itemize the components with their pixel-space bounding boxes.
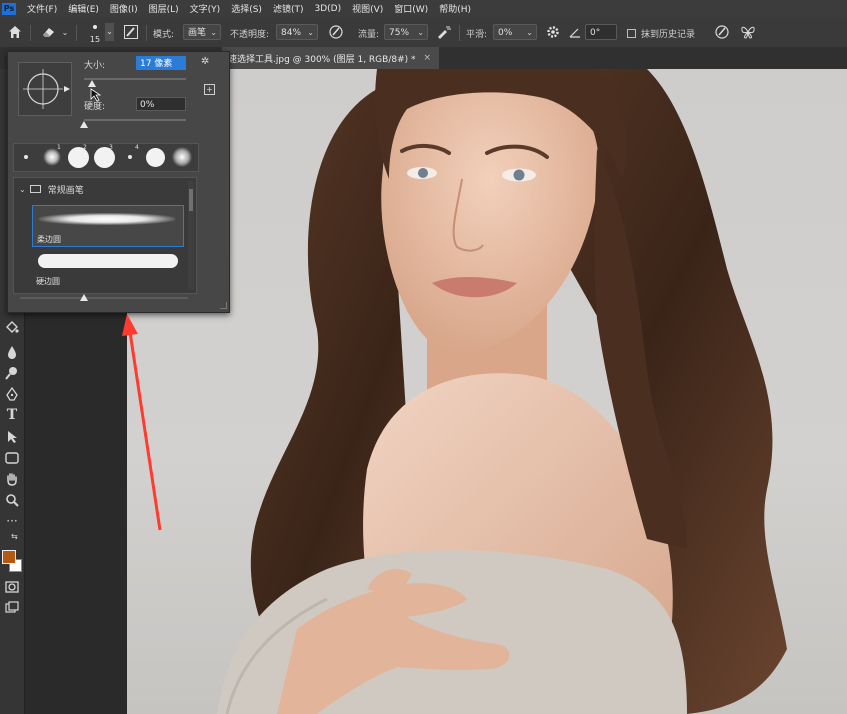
preset-brush-6[interactable] — [143, 146, 167, 168]
foreground-color-swatch[interactable] — [2, 550, 16, 564]
portrait-photo — [217, 69, 787, 714]
airbrush-icon[interactable] — [434, 23, 454, 41]
annotation-arrow — [122, 314, 162, 531]
brush-preset-panel: 大小: 17 像素 ✲ 硬度: 0% + 1 2 3 4 ⌄ 常规画笔 柔边圆 … — [7, 51, 230, 313]
hardness-label: 硬度: — [84, 102, 106, 112]
menu-file[interactable]: 文件(F) — [27, 2, 57, 15]
menu-help[interactable]: 帮助(H) — [439, 2, 471, 15]
brush-item-soft-round[interactable]: 柔边圆 — [32, 205, 184, 247]
brush-list: ⌄ 常规画笔 柔边圆 硬边圆 — [13, 177, 197, 294]
pen-icon[interactable] — [4, 386, 20, 402]
brush-settings-icon[interactable] — [122, 23, 140, 41]
dodge-icon[interactable] — [4, 365, 20, 381]
opacity-label: 不透明度: — [230, 30, 270, 40]
menu-3d[interactable]: 3D(D) — [314, 4, 341, 14]
brush-item-label: 硬边圆 — [36, 277, 60, 286]
flow-input[interactable]: 75% ⌄ — [384, 24, 428, 40]
document-tab[interactable]: 速选择工具.jpg @ 300% (图层 1, RGB/8#) * × — [222, 47, 440, 69]
menu-filter[interactable]: 滤镜(T) — [273, 2, 304, 15]
photoshop-logo: Ps — [2, 2, 16, 15]
smoothing-input[interactable]: 0% ⌄ — [493, 24, 537, 40]
preset-brush-7[interactable] — [170, 146, 194, 168]
opacity-input[interactable]: 84% ⌄ — [276, 24, 318, 40]
brush-list-scrollbar[interactable] — [188, 181, 194, 290]
menu-image[interactable]: 图像(I) — [110, 2, 138, 15]
flow-value: 75% — [389, 28, 410, 38]
menu-layer[interactable]: 图层(L) — [149, 2, 179, 15]
size-label: 大小: — [84, 61, 106, 71]
mode-select[interactable]: 画笔 ⌄ — [183, 24, 221, 40]
quick-mask-icon[interactable] — [4, 579, 20, 595]
size-slider-track[interactable] — [84, 78, 186, 80]
zoom-icon[interactable] — [4, 492, 20, 508]
blur-icon[interactable] — [4, 344, 20, 360]
brush-preset-picker[interactable]: 15 — [84, 21, 106, 45]
gear-icon[interactable]: ✲ — [201, 56, 209, 67]
new-preset-icon[interactable]: + — [204, 84, 215, 95]
home-icon[interactable] — [6, 23, 24, 41]
document-canvas[interactable] — [127, 69, 847, 714]
hand-icon[interactable] — [4, 471, 20, 487]
options-bar: ⌄ 15 ⌄ 模式: 画笔 ⌄ 不透明度: 84% ⌄ 流量: 75% ⌄ 平滑: 0… — [0, 17, 847, 48]
menu-select[interactable]: 选择(S) — [231, 2, 262, 15]
preview-size-slider-thumb[interactable] — [80, 294, 88, 301]
chevron-down-icon[interactable]: ⌄ — [60, 23, 70, 41]
flow-label: 流量: — [358, 30, 380, 40]
resize-grip[interactable] — [220, 302, 227, 309]
pressure-size-icon[interactable] — [712, 23, 732, 41]
brush-preset-dropdown[interactable]: ⌄ — [105, 23, 114, 41]
soft-round-stroke-preview — [39, 213, 175, 225]
mode-value: 画笔 — [188, 28, 207, 38]
smoothing-label: 平滑: — [466, 30, 488, 40]
brush-size-value: 15 — [89, 35, 101, 44]
pressure-opacity-icon[interactable] — [326, 23, 346, 41]
angle-icon — [567, 23, 583, 41]
brush-item-label: 柔边圆 — [37, 235, 61, 244]
preview-size-slider-track[interactable] — [20, 297, 188, 299]
rectangle-icon[interactable] — [4, 450, 20, 466]
preset-brush-5[interactable]: 4 — [118, 144, 142, 168]
type-tool-icon[interactable]: T — [4, 407, 20, 423]
brush-folder-row[interactable]: ⌄ 常规画笔 — [14, 181, 196, 197]
menu-window[interactable]: 窗口(W) — [394, 2, 428, 15]
butterfly-icon[interactable] — [738, 23, 758, 41]
hardness-slider-track[interactable] — [84, 119, 186, 121]
preset-brush-3[interactable]: 2 — [66, 144, 90, 168]
angle-value: 0° — [590, 28, 601, 38]
swap-colors-icon[interactable]: ⇆ — [11, 532, 18, 541]
folder-icon — [29, 185, 41, 193]
path-selection-icon[interactable] — [4, 429, 20, 445]
document-tab-title: 速选择工具.jpg @ 300% (图层 1, RGB/8#) * — [228, 54, 416, 65]
preset-brush-1[interactable] — [14, 146, 38, 168]
smoothing-value: 0% — [498, 28, 513, 38]
chevron-down-icon[interactable]: ⌄ — [19, 185, 26, 194]
menu-edit[interactable]: 编辑(E) — [68, 2, 99, 15]
mode-label: 模式: — [153, 30, 175, 40]
paint-bucket-icon[interactable] — [4, 319, 20, 335]
more-tools-icon[interactable]: ··· — [4, 513, 20, 529]
hard-round-stroke-preview — [38, 254, 178, 268]
preset-brush-2[interactable]: 1 — [40, 144, 64, 168]
size-input[interactable]: 17 像素 — [136, 56, 186, 70]
close-icon[interactable]: × — [424, 53, 432, 63]
hardness-slider-thumb[interactable] — [80, 121, 88, 128]
size-slider-thumb[interactable] — [88, 80, 96, 87]
preset-brush-4[interactable]: 3 — [92, 144, 116, 168]
gear-icon[interactable] — [544, 23, 562, 41]
erase-history-label: 抹到历史记录 — [641, 30, 696, 40]
menu-view[interactable]: 视图(V) — [352, 2, 383, 15]
menu-bar: Ps 文件(F) 编辑(E) 图像(I) 图层(L) 文字(Y) 选择(S) 滤… — [0, 0, 847, 17]
brush-item-hard-round[interactable]: 硬边圆 — [32, 250, 182, 290]
screen-mode-icon[interactable] — [4, 599, 20, 615]
hardness-input[interactable]: 0% — [136, 97, 186, 111]
menu-type[interactable]: 文字(Y) — [190, 2, 221, 15]
angle-input[interactable]: 0° — [585, 24, 617, 40]
eraser-icon[interactable] — [38, 23, 60, 41]
erase-history-checkbox[interactable] — [627, 29, 636, 38]
brush-angle-preview[interactable] — [18, 62, 72, 116]
opacity-value: 84% — [281, 28, 302, 38]
brush-folder-name: 常规画笔 — [47, 185, 84, 196]
